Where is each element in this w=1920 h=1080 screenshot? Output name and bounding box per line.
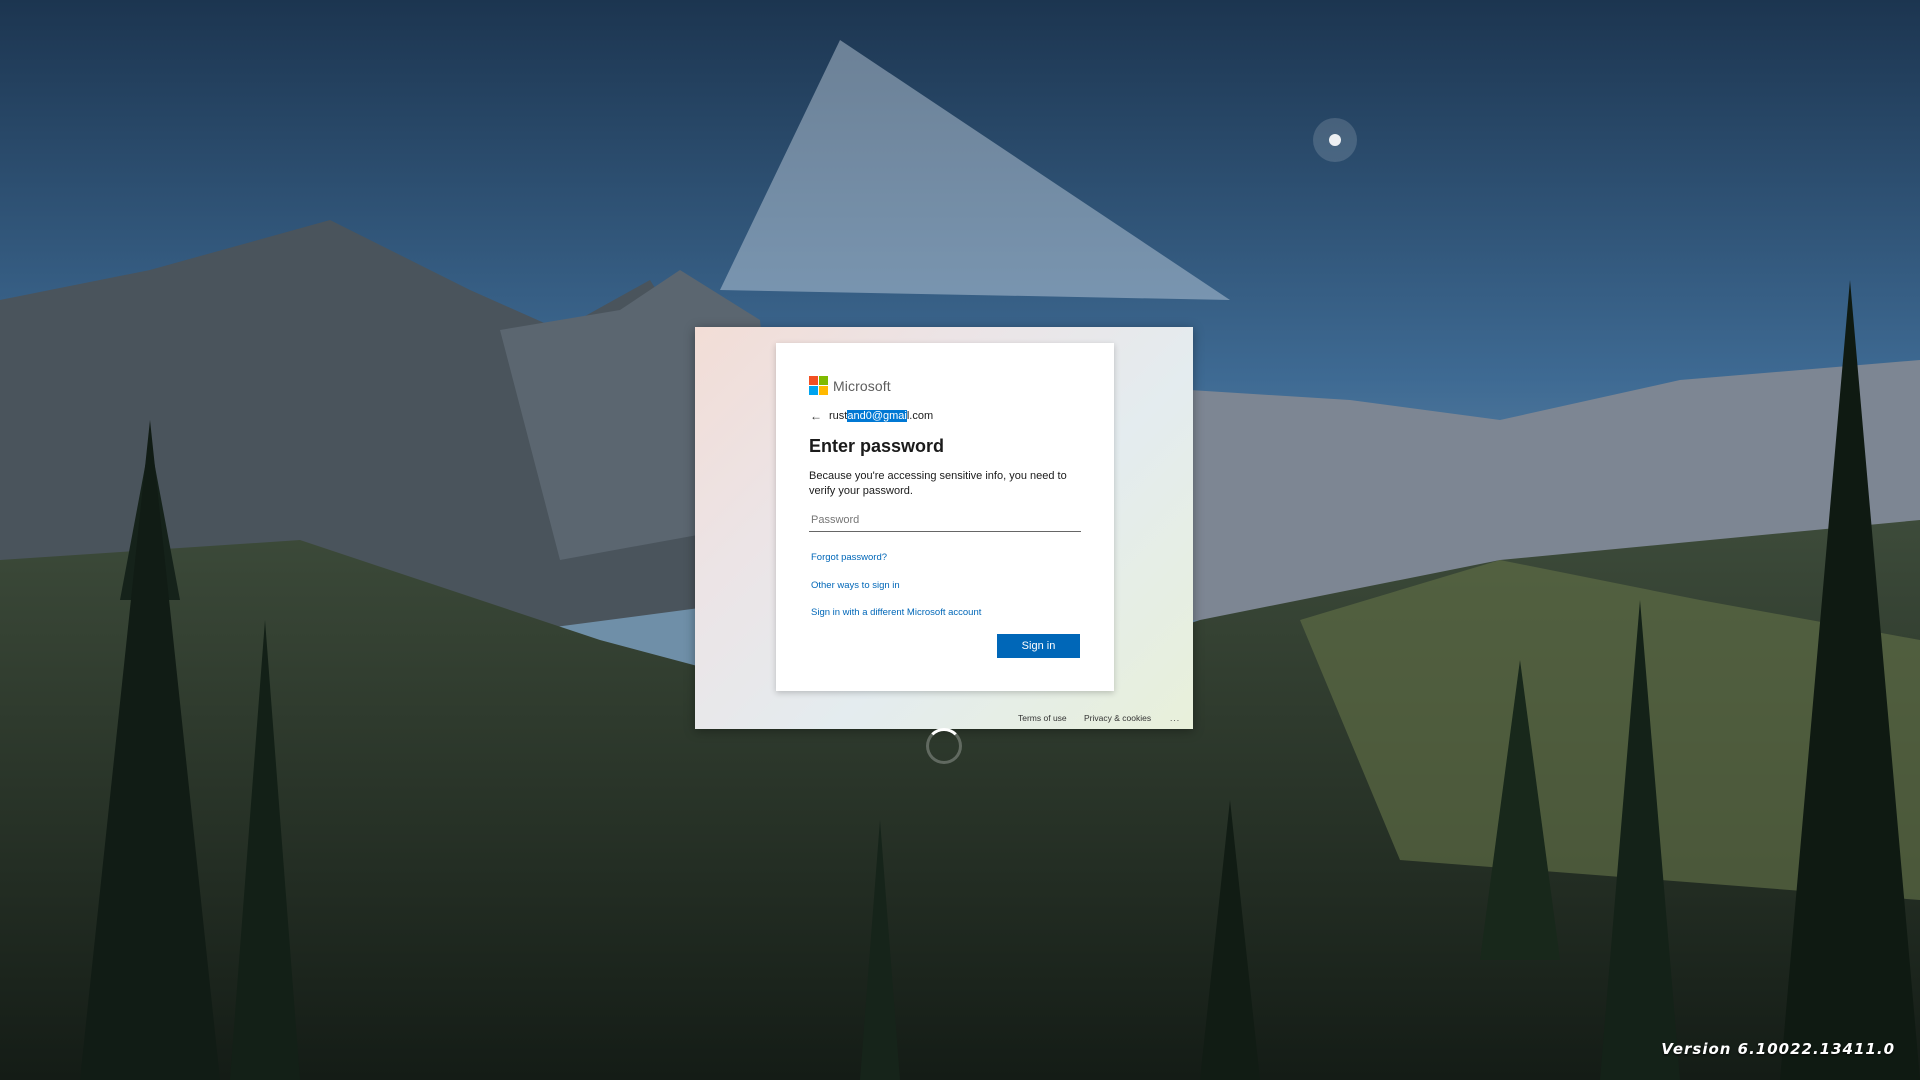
sign-in-button[interactable]: Sign in bbox=[997, 634, 1080, 658]
microsoft-logo: Microsoft bbox=[809, 376, 891, 395]
signin-dialog: Microsoft ← rust and0@gmai l.com Enter pas… bbox=[695, 327, 1193, 729]
different-account-link[interactable]: Sign in with a different Microsoft accou… bbox=[811, 607, 981, 618]
back-arrow-icon[interactable]: ← bbox=[810, 409, 822, 423]
microsoft-squares-icon bbox=[809, 376, 828, 395]
version-label: Version 6.10022.13411.0 bbox=[1661, 1040, 1895, 1058]
account-identity: ← rust and0@gmai l.com bbox=[810, 409, 933, 423]
page-title: Enter password bbox=[809, 436, 945, 456]
signin-card: Microsoft ← rust and0@gmai l.com Enter pas… bbox=[776, 343, 1114, 691]
terms-of-use-link[interactable]: Terms of use bbox=[1018, 713, 1067, 723]
more-options-icon[interactable]: ... bbox=[1170, 713, 1180, 723]
email-suffix[interactable]: l.com bbox=[907, 410, 933, 422]
forgot-password-link[interactable]: Forgot password? bbox=[811, 552, 887, 563]
email-selected-text[interactable]: and0@gmai bbox=[847, 410, 907, 422]
password-field[interactable] bbox=[809, 509, 1081, 532]
email-prefix[interactable]: rust bbox=[829, 410, 847, 422]
description-text: Because you're accessing sensitive info,… bbox=[809, 470, 1067, 497]
brand-name: Microsoft bbox=[833, 377, 891, 394]
privacy-cookies-link[interactable]: Privacy & cookies bbox=[1084, 713, 1151, 723]
loading-spinner-icon bbox=[926, 728, 962, 764]
other-ways-link[interactable]: Other ways to sign in bbox=[811, 580, 900, 591]
